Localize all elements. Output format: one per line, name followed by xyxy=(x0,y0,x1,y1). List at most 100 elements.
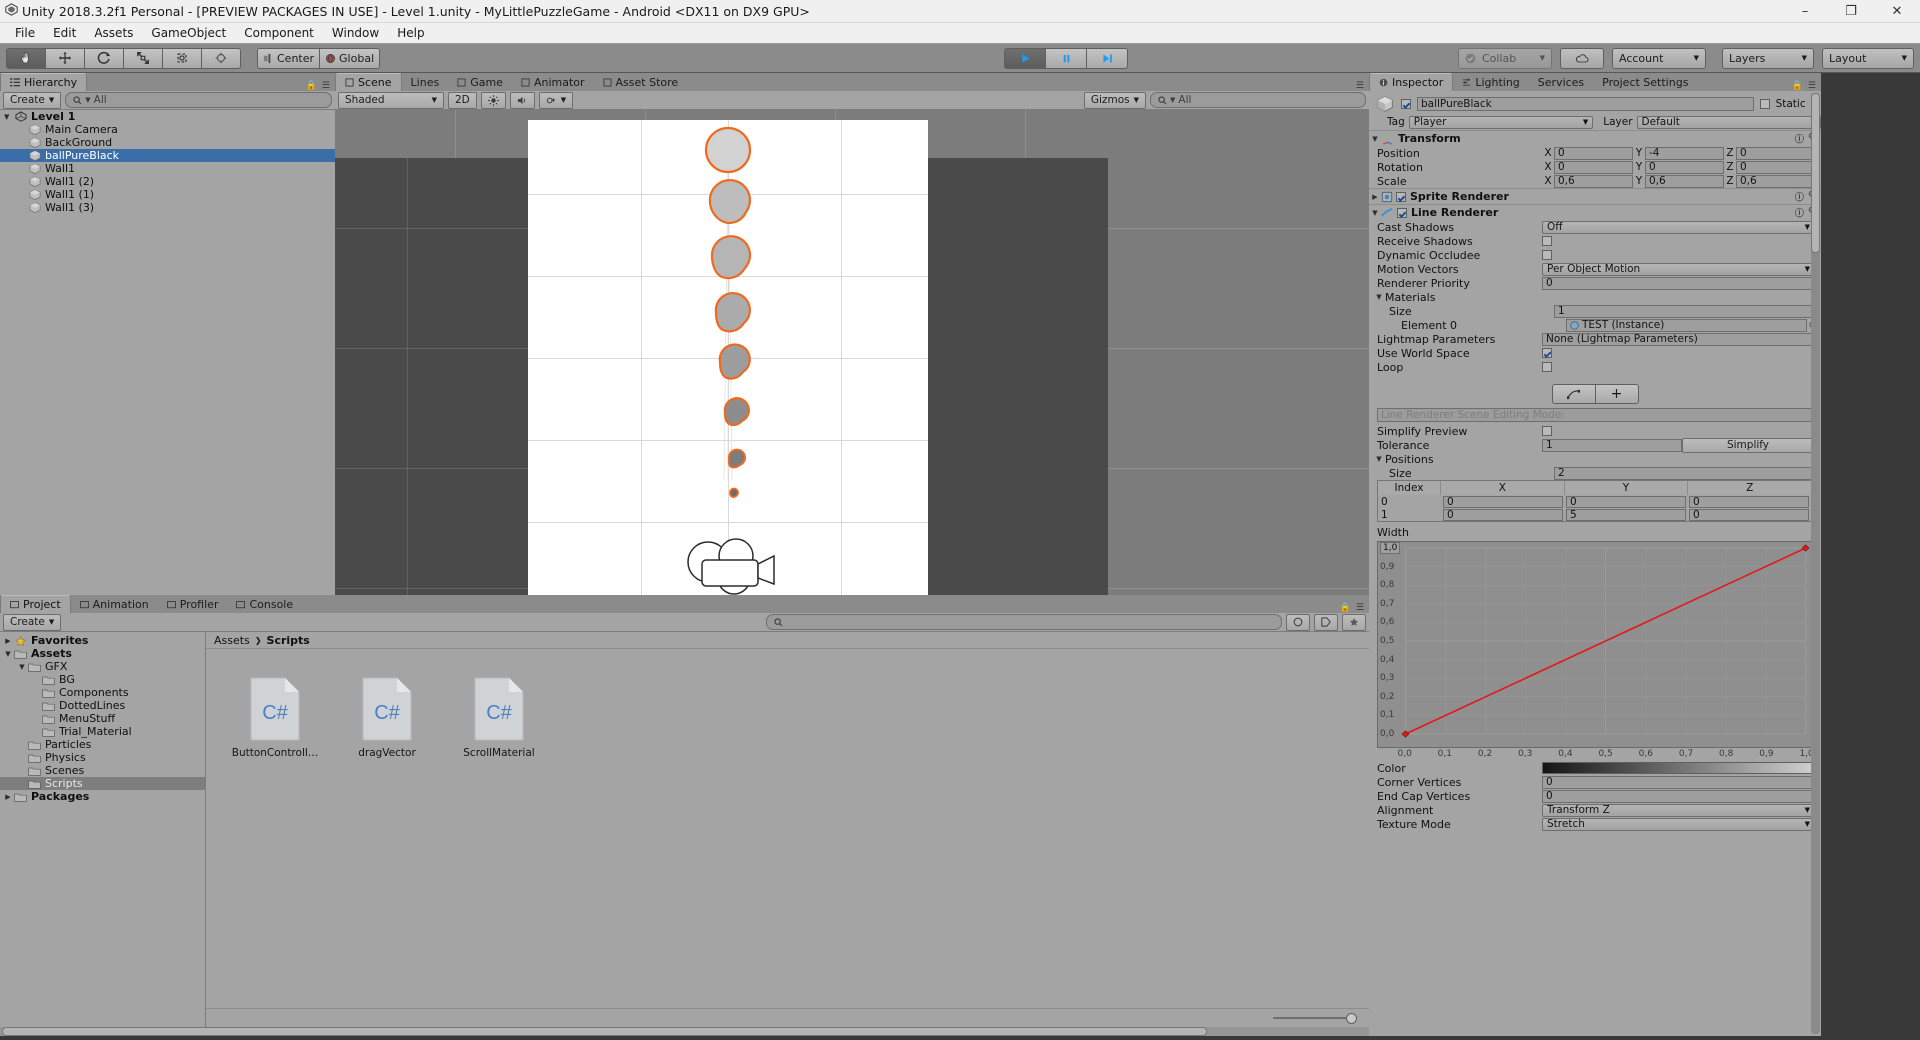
project-tree-item-trial-material[interactable]: Trial_Material xyxy=(0,725,205,738)
end-cap-vertices-field[interactable]: 0 xyxy=(1542,789,1815,803)
transform-position-y[interactable]: -4 xyxy=(1645,146,1724,160)
rect-tool-button[interactable] xyxy=(162,47,201,69)
hierarchy-item-wall1-3[interactable]: Wall1 (3) xyxy=(0,201,335,214)
project-tree-item-dottedlines[interactable]: DottedLines xyxy=(0,699,205,712)
motion-vectors-dropdown[interactable]: Per Object Motion ▼ xyxy=(1542,262,1815,276)
menu-item-component[interactable]: Component xyxy=(235,23,323,43)
corner-vertices-field[interactable]: 0 xyxy=(1542,775,1815,789)
project-tree-item-components[interactable]: Components xyxy=(0,686,205,699)
account-dropdown[interactable]: Account ▼ xyxy=(1612,47,1706,69)
play-button[interactable] xyxy=(1004,47,1045,69)
positions-foldout-row[interactable]: ▼ Positions xyxy=(1369,452,1821,466)
project-tree-item-physics[interactable]: Physics xyxy=(0,751,205,764)
rotate-tool-button[interactable] xyxy=(84,47,123,69)
transform-help-icon[interactable]: ⓘ xyxy=(1795,132,1804,145)
positions-x[interactable]: 0 xyxy=(1443,495,1563,508)
asset-item[interactable]: C# ScrollMaterial xyxy=(462,677,536,1008)
transform-rotation-x[interactable]: 0 xyxy=(1554,160,1633,174)
tab-animator[interactable]: Animator xyxy=(511,74,594,91)
project-tree-item-assets[interactable]: ▼ Assets xyxy=(0,647,205,660)
maximize-button[interactable]: ❐ xyxy=(1828,0,1874,22)
positions-row[interactable]: 1 050 xyxy=(1378,508,1812,521)
sprite-renderer-fold-arrow-icon[interactable]: ▶ xyxy=(1369,193,1381,201)
cast-shadows-dropdown[interactable]: Off ▼ xyxy=(1542,220,1815,234)
tab-animation[interactable]: Animation xyxy=(70,596,158,613)
object-name-field[interactable]: ballPureBlack xyxy=(1417,97,1754,111)
project-tree-item-bg[interactable]: BG xyxy=(0,673,205,686)
project-filter-type-button[interactable] xyxy=(1286,613,1310,631)
move-tool-button[interactable] xyxy=(45,47,84,69)
project-tree-item-menustuff[interactable]: MenuStuff xyxy=(0,712,205,725)
project-tree-item-gfx[interactable]: ▼ GFX xyxy=(0,660,205,673)
project-search-input[interactable] xyxy=(766,614,1282,630)
hierarchy-item-ballpureblack[interactable]: ballPureBlack xyxy=(0,149,335,162)
menu-item-help[interactable]: Help xyxy=(388,23,433,43)
scene-gizmos-dropdown[interactable]: Gizmos ▼ xyxy=(1083,91,1146,109)
project-tree-item-scripts[interactable]: Scripts xyxy=(0,777,205,790)
tab-project-settings[interactable]: Project Settings xyxy=(1593,74,1698,91)
dynamic-occludee-checkbox[interactable] xyxy=(1542,250,1552,260)
minimize-button[interactable]: – xyxy=(1782,0,1828,22)
tab-lighting[interactable]: Lighting xyxy=(1453,74,1529,91)
simplify-button[interactable]: Simplify xyxy=(1682,437,1814,453)
pivot-mode-button[interactable]: Center xyxy=(257,47,320,69)
project-fold-arrow-icon[interactable]: ▼ xyxy=(16,663,28,671)
positions-y[interactable]: 5 xyxy=(1566,508,1686,521)
project-fold-arrow-icon[interactable]: ▶ xyxy=(2,793,14,801)
line-renderer-help-icon[interactable]: ⓘ xyxy=(1795,206,1804,219)
use-world-space-checkbox[interactable] xyxy=(1542,348,1552,358)
scene-effects-dropdown[interactable]: ▼ xyxy=(538,91,574,109)
project-create-button[interactable]: Create ▼ xyxy=(3,613,62,631)
tolerance-field[interactable]: 1 xyxy=(1542,438,1682,452)
close-button[interactable]: ✕ xyxy=(1874,0,1920,22)
width-curve-graph[interactable]: 0,0 0,1 0,2 0,3 0,4 0,5 0,6 0,7 0,8 0,9 1,0 xyxy=(1377,541,1813,748)
cloud-button[interactable] xyxy=(1560,47,1604,69)
menu-item-assets[interactable]: Assets xyxy=(85,23,142,43)
layers-dropdown[interactable]: Layers ▼ xyxy=(1722,47,1814,69)
transform-scale-x[interactable]: 0,6 xyxy=(1554,174,1633,188)
scene-audio-toggle[interactable] xyxy=(509,91,535,109)
scene-menu-icon[interactable]: ☰ xyxy=(1356,81,1364,91)
menu-item-gameobject[interactable]: GameObject xyxy=(142,23,235,43)
tab-hierarchy[interactable]: Hierarchy xyxy=(0,73,88,91)
scene-shading-dropdown[interactable]: Shaded ▼ xyxy=(338,91,444,109)
object-enabled-checkbox[interactable] xyxy=(1401,99,1411,109)
transform-tool-button[interactable] xyxy=(201,47,241,69)
line-renderer-header[interactable]: ▼ Line Renderer ⓘ⚙ xyxy=(1369,204,1821,220)
project-menu-icon[interactable]: ☰ xyxy=(1356,603,1364,613)
tab-profiler[interactable]: Profiler xyxy=(157,596,228,613)
transform-component-header[interactable]: ▼ Transform ⓘ⚙ xyxy=(1369,130,1821,146)
project-tree-item-scenes[interactable]: Scenes xyxy=(0,764,205,777)
positions-y[interactable]: 0 xyxy=(1566,495,1686,508)
scene-search-input[interactable]: ▼ All xyxy=(1150,92,1366,108)
hierarchy-menu-icon[interactable]: ☰ xyxy=(322,81,330,91)
positions-x[interactable]: 0 xyxy=(1443,508,1563,521)
materials-foldout-row[interactable]: ▼ Materials xyxy=(1369,290,1821,304)
element0-field[interactable]: TEST (Instance) xyxy=(1566,318,1808,332)
transform-scale-y[interactable]: 0,6 xyxy=(1645,174,1724,188)
project-tree-item-packages[interactable]: ▶ Packages xyxy=(0,790,205,803)
positions-row[interactable]: 0000 xyxy=(1378,495,1812,508)
project-horizontal-scrollbar[interactable] xyxy=(0,1027,1369,1036)
tab-asset-store[interactable]: Asset Store xyxy=(593,74,688,91)
project-filter-label-button[interactable] xyxy=(1314,613,1338,631)
layer-dropdown[interactable]: Default▼ xyxy=(1636,115,1821,129)
breadcrumb-item-scripts[interactable]: Scripts xyxy=(267,634,310,647)
breadcrumb-item-assets[interactable]: Assets xyxy=(214,634,250,647)
menu-item-file[interactable]: File xyxy=(6,23,44,43)
project-favorite-button[interactable] xyxy=(1342,613,1366,631)
sprite-renderer-enabled-checkbox[interactable] xyxy=(1396,191,1406,202)
scene-2d-toggle[interactable]: 2D xyxy=(448,91,477,109)
layout-dropdown[interactable]: Layout ▼ xyxy=(1822,47,1914,69)
hierarchy-item-level-1[interactable]: ▼ Level 1 xyxy=(0,110,335,123)
project-tree-item-favorites[interactable]: ▶ Favorites xyxy=(0,634,205,647)
transform-rotation-y[interactable]: 0 xyxy=(1645,160,1724,174)
sprite-renderer-header[interactable]: ▶ Sprite Renderer ⓘ⚙ xyxy=(1369,188,1821,204)
hierarchy-item-wall1-2[interactable]: Wall1 (2) xyxy=(0,175,335,188)
texture-mode-dropdown[interactable]: Stretch ▼ xyxy=(1542,817,1815,831)
edit-points-button[interactable] xyxy=(1551,384,1595,404)
zoom-slider[interactable] xyxy=(1273,1013,1357,1024)
positions-fold-arrow-icon[interactable]: ▼ xyxy=(1373,455,1385,463)
tab-project[interactable]: Project xyxy=(0,595,71,613)
hierarchy-item-wall1-1[interactable]: Wall1 (1) xyxy=(0,188,335,201)
